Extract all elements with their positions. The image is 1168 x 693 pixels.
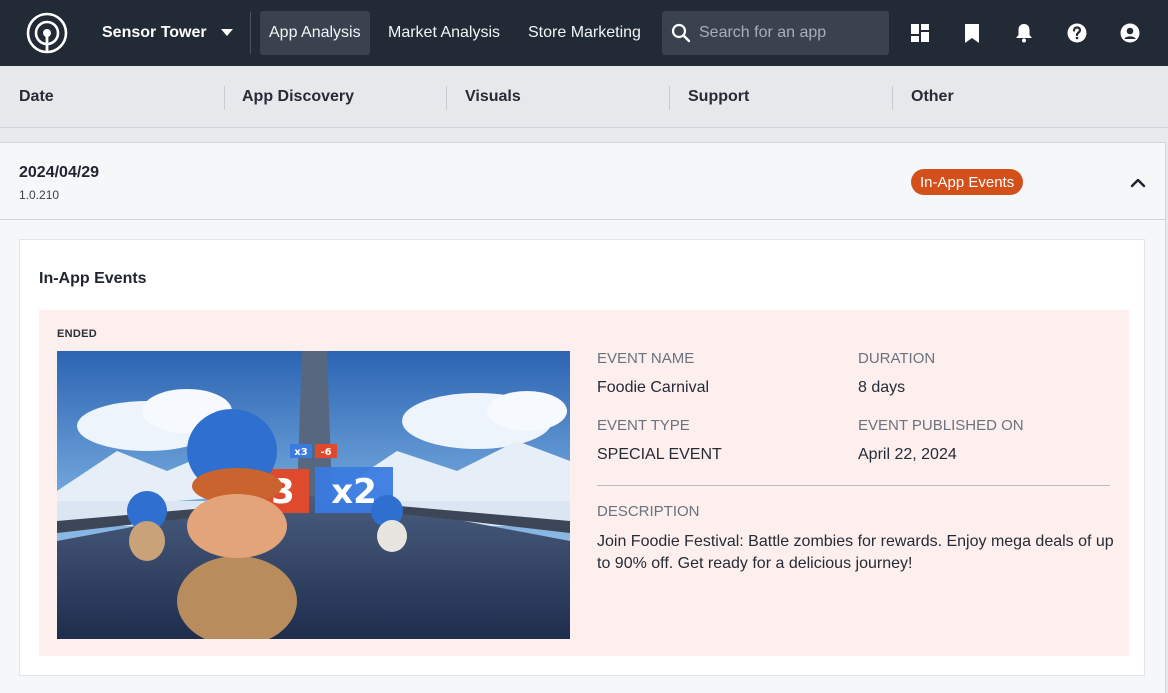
event-description: Join Foodie Festival: Battle zombies for… — [597, 533, 1114, 572]
column-divider — [224, 86, 225, 110]
chevron-up-icon[interactable] — [1130, 176, 1146, 188]
mini-gate-left-text: x3 — [294, 447, 307, 458]
update-date: 2024/04/29 — [19, 164, 100, 181]
nav-store-marketing[interactable]: Store Marketing — [519, 11, 650, 55]
column-app-discovery[interactable]: App Discovery — [242, 66, 354, 128]
event-status-label: ENDED — [57, 328, 98, 340]
app-search-box[interactable] — [662, 11, 889, 55]
brand-name[interactable]: Sensor Tower — [102, 0, 207, 66]
column-date[interactable]: Date — [19, 66, 54, 128]
nav-divider — [250, 12, 251, 54]
column-support[interactable]: Support — [688, 66, 749, 128]
column-header-bar: Date App Discovery Visuals Support Other — [0, 66, 1168, 128]
update-version: 1.0.210 — [19, 188, 60, 202]
in-app-events-panel: In-App Events ENDED 3 x2 x3 -6 EVENT NAM… — [19, 239, 1145, 676]
column-divider — [669, 86, 670, 110]
bookmark-icon[interactable] — [961, 22, 983, 44]
chevron-down-icon[interactable] — [221, 29, 233, 37]
gate-right-text: x2 — [331, 472, 377, 512]
bell-icon[interactable] — [1013, 22, 1035, 44]
event-name-value: Foodie Carnival — [597, 379, 710, 396]
column-visuals[interactable]: Visuals — [465, 66, 521, 128]
mini-gate-right-text: -6 — [320, 447, 331, 458]
column-divider — [446, 86, 447, 110]
search-icon — [671, 23, 691, 43]
event-divider — [597, 485, 1110, 486]
search-input[interactable] — [699, 24, 879, 42]
column-divider — [892, 86, 893, 110]
published-value: April 22, 2024 — [858, 446, 957, 463]
event-card: ENDED 3 x2 x3 -6 EVENT NAME Foodie Carni… — [39, 310, 1129, 656]
nav-app-analysis[interactable]: App Analysis — [260, 11, 370, 55]
panel-title: In-App Events — [39, 270, 147, 287]
description-label: DESCRIPTION — [597, 503, 700, 520]
duration-value: 8 days — [858, 379, 906, 396]
event-name-label: EVENT NAME — [597, 350, 695, 367]
event-type-label: EVENT TYPE — [597, 417, 690, 434]
update-row-card: 2024/04/29 1.0.210 In-App Events In-App … — [0, 142, 1166, 693]
duration-label: DURATION — [858, 350, 936, 367]
update-row-header[interactable]: 2024/04/29 1.0.210 In-App Events — [0, 143, 1165, 220]
dashboard-icon[interactable] — [909, 22, 931, 44]
sensor-tower-logo-icon[interactable] — [26, 12, 68, 54]
nav-market-analysis[interactable]: Market Analysis — [379, 11, 509, 55]
published-label: EVENT PUBLISHED ON — [858, 417, 1024, 434]
in-app-events-badge: In-App Events — [911, 169, 1024, 195]
account-icon[interactable] — [1119, 22, 1141, 44]
column-other[interactable]: Other — [911, 66, 954, 128]
event-type-value: SPECIAL EVENT — [597, 446, 722, 463]
help-icon[interactable] — [1066, 22, 1088, 44]
event-artwork-image[interactable]: 3 x2 x3 -6 — [57, 351, 570, 639]
top-navigation-bar: Sensor Tower App Analysis Market Analysi… — [0, 0, 1168, 66]
